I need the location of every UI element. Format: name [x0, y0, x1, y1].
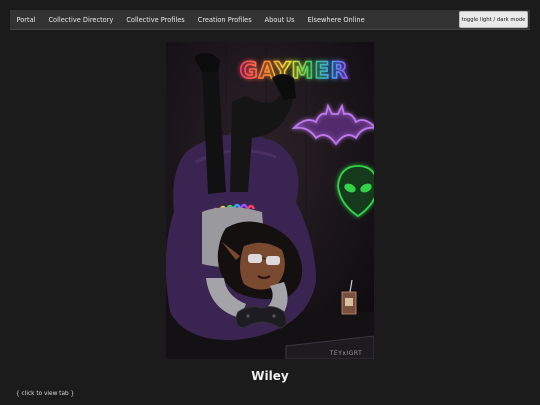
artist-signature: TEYxIGRT [329, 350, 363, 357]
nav-menu: Portal Collective Directory Collective P… [10, 10, 371, 30]
character-artwork: GAYMER TEYxIGRT [166, 42, 374, 359]
nav-link-elsewhere-online[interactable]: Elsewhere Online [301, 10, 371, 30]
nav-link-portal[interactable]: Portal [10, 10, 42, 30]
nav-link-about-us[interactable]: About Us [258, 10, 301, 30]
theme-toggle-button[interactable]: toggle light / dark mode [459, 11, 528, 28]
artwork-illustration: GAYMER TEYxIGRT [166, 42, 374, 359]
view-tab-link[interactable]: { click to view tab } [16, 391, 74, 397]
face [240, 242, 285, 290]
nav-link-creation-profiles[interactable]: Creation Profiles [191, 10, 258, 30]
nav-link-collective-directory[interactable]: Collective Directory [42, 10, 120, 30]
nav-link-collective-profiles[interactable]: Collective Profiles [120, 10, 191, 30]
profile-name: Wiley [251, 369, 289, 383]
top-navbar: Portal Collective Directory Collective P… [10, 10, 530, 30]
